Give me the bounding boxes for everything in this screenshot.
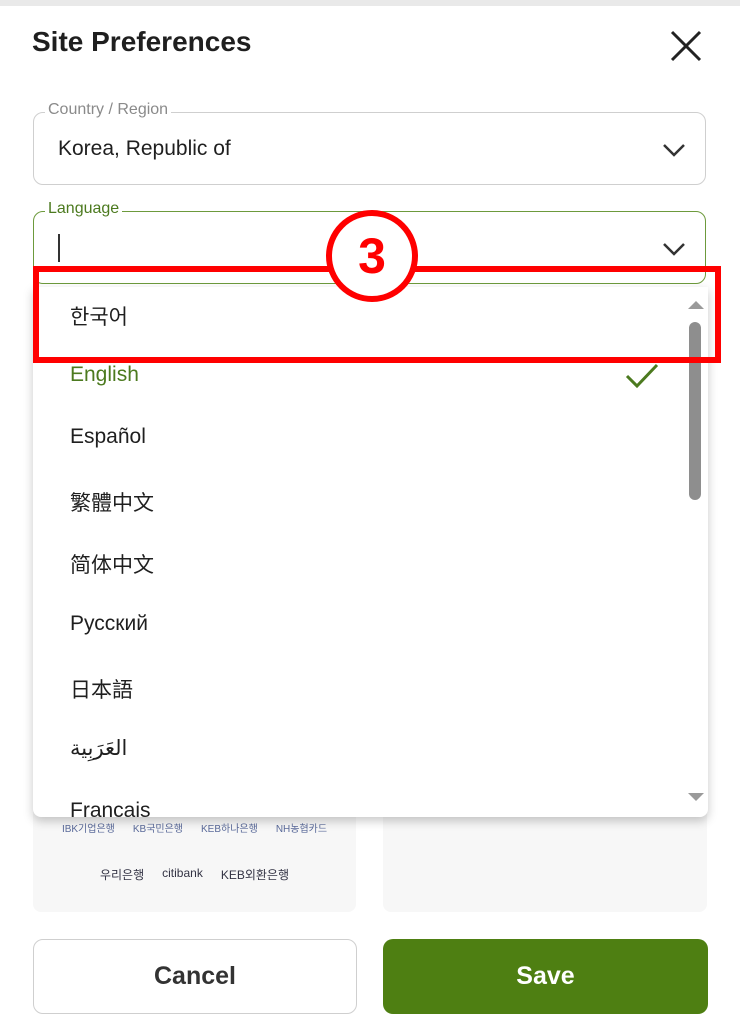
dialog-top-edge [0, 0, 740, 6]
option-label: English [70, 363, 139, 386]
text-caret [58, 234, 60, 262]
country-label: Country / Region [45, 101, 172, 119]
bank-logo: KB국민은행 [132, 824, 183, 835]
save-button[interactable]: Save [383, 939, 708, 1014]
checkmark-icon [625, 363, 659, 389]
bank-logo: IBK기업은행 [61, 824, 115, 835]
bank-logo: KEB외환은행 [220, 868, 290, 882]
bank-logo: NH농협카드 [275, 824, 328, 835]
country-value: Korea, Republic of [58, 137, 231, 160]
language-option-traditional-chinese[interactable]: 繁體中文 [33, 473, 678, 535]
language-option-spanish[interactable]: Español [33, 411, 678, 473]
scrollbar-thumb[interactable] [689, 322, 701, 500]
bank-logo: 우리은행 [99, 868, 145, 882]
close-icon[interactable] [666, 26, 706, 66]
bank-logo-row: IBK기업은행 KB국민은행 KEB하나은행 NH농협카드 [33, 820, 356, 835]
language-option-russian[interactable]: Русский [33, 598, 678, 660]
language-option-french[interactable]: Français [33, 785, 678, 817]
scroll-up-arrow-icon[interactable] [688, 301, 704, 309]
chevron-down-icon[interactable] [661, 137, 687, 163]
option-label: Español [70, 425, 146, 448]
bank-logo: citibank [162, 866, 203, 880]
language-option-arabic[interactable]: العَرَبِية [33, 722, 678, 784]
bank-logo-row: 우리은행 citibank KEB외환은행 [33, 866, 356, 883]
cancel-button[interactable]: Cancel [33, 939, 357, 1014]
language-option-simplified-chinese[interactable]: 简体中文 [33, 535, 678, 597]
country-select[interactable]: Country / Region Korea, Republic of [33, 101, 706, 185]
option-label: 简体中文 [70, 554, 154, 577]
bank-logo: KEB하나은행 [201, 824, 258, 835]
option-label: 한국어 [70, 306, 128, 329]
option-label: 繁體中文 [70, 492, 154, 515]
annotation-step-badge: 3 [326, 210, 418, 302]
option-label: Русский [70, 612, 148, 635]
option-label: العَرَبِية [70, 737, 128, 760]
language-dropdown-list[interactable]: 한국어 English Español 繁體中文 简体中文 Русский 日本… [33, 287, 708, 817]
language-label: Language [45, 200, 123, 218]
page-title: Site Preferences [32, 26, 252, 57]
language-option-japanese[interactable]: 日本語 [33, 660, 678, 722]
option-label: 日本語 [70, 679, 133, 702]
option-label: Français [70, 799, 151, 817]
language-option-english[interactable]: English [33, 349, 678, 411]
scroll-down-arrow-icon[interactable] [688, 793, 704, 801]
chevron-down-icon[interactable] [661, 236, 687, 262]
